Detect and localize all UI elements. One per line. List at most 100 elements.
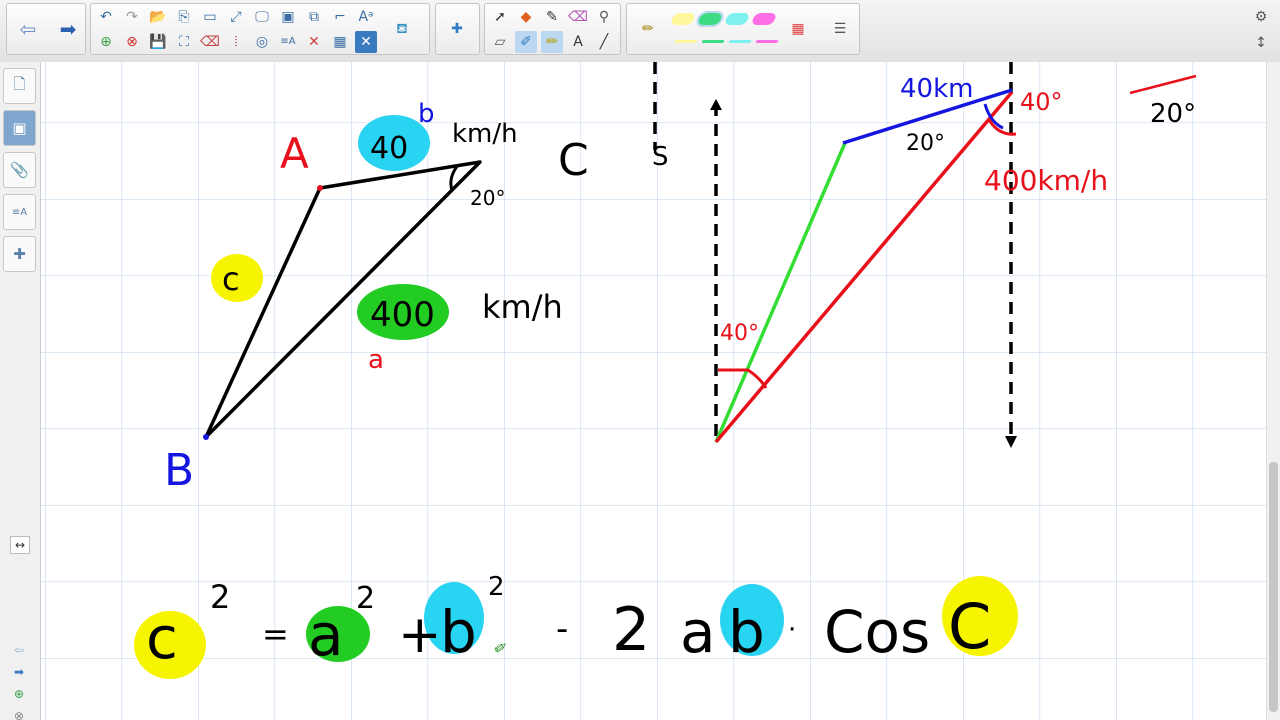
nav-group: ⇦ ➡ bbox=[6, 3, 86, 55]
right-angle-green: 40° bbox=[720, 321, 759, 346]
properties-tab[interactable]: ≡A bbox=[3, 194, 36, 230]
cyan-line-swatch[interactable] bbox=[728, 40, 752, 43]
formula-eq: = bbox=[262, 615, 289, 653]
yellow-line-swatch[interactable] bbox=[674, 40, 698, 43]
fill-icon[interactable]: ⚲ bbox=[593, 6, 615, 28]
text-icon[interactable]: ≡A bbox=[277, 31, 299, 53]
close-box-icon[interactable]: ✕ bbox=[355, 31, 377, 53]
right-tool-strip: ⚙ ↕ bbox=[1242, 0, 1280, 62]
speed-top: 40 bbox=[370, 131, 408, 166]
globe-icon[interactable]: ◎ bbox=[251, 31, 273, 53]
line-icon[interactable]: ╱ bbox=[593, 31, 615, 53]
highlighter-pen-icon[interactable]: ✏ bbox=[637, 18, 659, 40]
scrollbar-thumb[interactable] bbox=[1269, 462, 1278, 712]
save-icon[interactable]: 💾 bbox=[147, 31, 169, 53]
eraser-icon[interactable]: ⌫ bbox=[567, 6, 589, 28]
shapes-icon[interactable]: ◆ bbox=[515, 6, 537, 28]
vertex-A-dot bbox=[317, 185, 323, 191]
addons-tab[interactable]: ✚ bbox=[3, 236, 36, 272]
highlighter-icon[interactable]: ✏ bbox=[541, 31, 563, 53]
right-angle-20: 20° bbox=[906, 131, 945, 156]
vertex-B-dot bbox=[203, 434, 209, 440]
screen-shade-icon[interactable]: ▭ bbox=[199, 6, 221, 28]
pink-line-swatch[interactable] bbox=[755, 40, 779, 43]
delete-icon[interactable]: ✕ bbox=[303, 31, 325, 53]
projector-icon[interactable]: ▣ bbox=[277, 6, 299, 28]
highlighter-colors-group: ✏ ▦ ☰ bbox=[626, 3, 860, 55]
green-highlighter-swatch[interactable] bbox=[694, 11, 726, 27]
clear-ink-icon[interactable]: ⌫ bbox=[199, 31, 221, 53]
display-icon[interactable]: 🖵 bbox=[251, 6, 273, 28]
tools-group: ➚ ◆ ✎ ⌫ ⚲ ▱ ✐ ✏ A ╱ bbox=[484, 3, 621, 55]
add-page-icon[interactable]: ⊕ bbox=[10, 686, 28, 702]
green-line-swatch[interactable] bbox=[701, 40, 725, 43]
whiteboard-canvas[interactable]: A B b a c 40 km/h 20° 400 km/h C S 40km … bbox=[41, 62, 1267, 720]
eraser-tool-icon[interactable]: ▱ bbox=[489, 31, 511, 53]
label-c: c bbox=[222, 260, 240, 298]
smart-tools-icon[interactable]: ⛾ bbox=[391, 18, 413, 40]
letter-S: S bbox=[652, 142, 669, 172]
formula-C: C bbox=[948, 590, 991, 663]
attachments-tab[interactable]: 📎 bbox=[3, 152, 36, 188]
resize-handle-icon[interactable]: ↔ bbox=[10, 536, 30, 554]
gallery-tab[interactable]: ▣ bbox=[3, 110, 36, 146]
fullscreen-icon[interactable]: ⤢ bbox=[225, 6, 247, 28]
puzzle-icon[interactable]: ✚ bbox=[446, 18, 468, 40]
line-style-icon[interactable]: ☰ bbox=[829, 18, 851, 40]
copy-icon[interactable]: ⧉ bbox=[303, 6, 325, 28]
formula-cos: Cos bbox=[824, 598, 930, 666]
formula-exp-b: 2 bbox=[488, 572, 505, 602]
redo-icon[interactable]: ↷ bbox=[121, 6, 143, 28]
formula-minus: - bbox=[556, 609, 568, 649]
open-folder-icon[interactable]: 📂 bbox=[147, 6, 169, 28]
cyan-highlighter-swatch[interactable] bbox=[723, 13, 751, 25]
creative-pen-icon[interactable]: ✐ bbox=[515, 31, 537, 53]
updown-arrow-icon[interactable]: ↕ bbox=[1250, 32, 1272, 54]
label-B: B bbox=[164, 445, 194, 496]
forward-arrow-icon[interactable]: ➡ bbox=[57, 18, 79, 40]
page-sorter-tab[interactable]: 🗋 bbox=[3, 68, 36, 104]
formula-ab-a: a bbox=[680, 598, 716, 666]
gallery-icon: ▣ bbox=[12, 119, 27, 137]
text-tool-icon[interactable]: A bbox=[567, 31, 589, 53]
pen-icon[interactable]: ✎ bbox=[541, 6, 563, 28]
prev-page-icon[interactable]: ⇦ bbox=[10, 642, 28, 658]
formula-ab-b: b bbox=[728, 598, 765, 666]
side-tabs: 🗋 ▣ 📎 ≡A ✚ ↔ ⇦ ➡ ⊕ ⊗ bbox=[0, 62, 41, 720]
unit-main: km/h bbox=[482, 288, 563, 326]
paperclip-icon: 📎 bbox=[10, 161, 29, 179]
letter-C: C bbox=[558, 135, 589, 186]
edit-group: ↶ ↷ 📂 ⎘ ▭ ⤢ 🖵 ▣ ⧉ ⌐ Aᵃ ⛾ ⊕ ⊗ 💾 ⛶ ⌫ ⦙ ◎ ≡… bbox=[90, 3, 430, 55]
next-page-icon[interactable]: ➡ bbox=[10, 664, 28, 680]
vertical-scrollbar[interactable] bbox=[1266, 62, 1280, 720]
formula-exp-a: 2 bbox=[356, 581, 375, 616]
smart-notebook-app: ⇦ ➡ ↶ ↷ 📂 ⎘ ▭ ⤢ 🖵 ▣ ⧉ ⌐ Aᵃ ⛾ ⊕ ⊗ 💾 ⛶ ⌫ ⦙… bbox=[0, 0, 1280, 720]
delete-page-icon[interactable]: ⊗ bbox=[10, 708, 28, 720]
add-page-icon[interactable]: ⊕ bbox=[95, 31, 117, 53]
formula-two: 2 bbox=[612, 595, 650, 665]
label-a: a bbox=[368, 345, 384, 375]
puzzle-icon: ✚ bbox=[13, 245, 26, 263]
label-b: b bbox=[418, 99, 435, 129]
unit-top: km/h bbox=[452, 119, 518, 149]
pink-highlighter-swatch[interactable] bbox=[750, 13, 778, 25]
record-icon[interactable]: ⦙ bbox=[225, 31, 247, 53]
yellow-highlighter-swatch[interactable] bbox=[669, 13, 697, 25]
page-icon: 🗋 bbox=[13, 74, 26, 93]
right-top-speed: 40km bbox=[900, 74, 973, 104]
spellcheck-icon[interactable]: Aᵃ bbox=[355, 6, 377, 28]
angle-top: 20° bbox=[470, 186, 505, 210]
undo-icon[interactable]: ↶ bbox=[95, 6, 117, 28]
paste-icon[interactable]: ⎘ bbox=[173, 6, 195, 28]
color-palette-icon[interactable]: ▦ bbox=[787, 18, 809, 40]
select-arrow-icon[interactable]: ➚ bbox=[489, 6, 511, 28]
crop-icon[interactable]: ⌐ bbox=[329, 6, 351, 28]
capture-icon[interactable]: ⛶ bbox=[173, 31, 195, 53]
table-icon[interactable]: ▦ bbox=[329, 31, 351, 53]
gear-icon[interactable]: ⚙ bbox=[1250, 6, 1272, 28]
label-A: A bbox=[280, 129, 309, 178]
corner-angle: 20° bbox=[1150, 99, 1196, 129]
properties-icon: ≡A bbox=[11, 206, 28, 218]
back-arrow-icon[interactable]: ⇦ bbox=[17, 18, 39, 40]
delete-page-icon[interactable]: ⊗ bbox=[121, 31, 143, 53]
